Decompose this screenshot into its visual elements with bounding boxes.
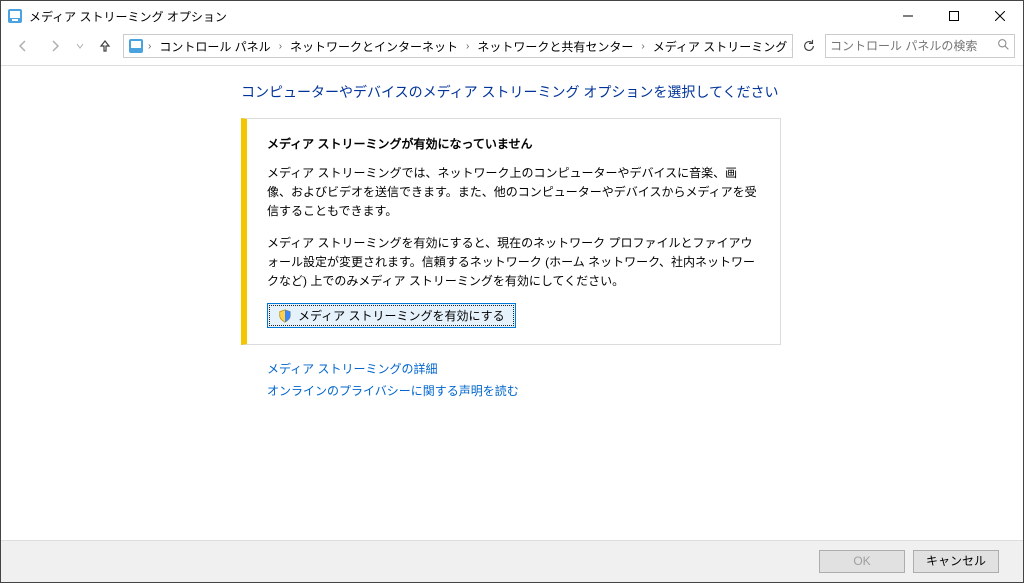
enable-streaming-button-label: メディア ストリーミングを有効にする	[298, 307, 505, 324]
nav-forward-button[interactable]	[41, 34, 69, 58]
enable-streaming-button[interactable]: メディア ストリーミングを有効にする	[267, 303, 516, 328]
refresh-button[interactable]	[797, 34, 821, 58]
control-panel-icon	[128, 38, 144, 54]
shield-icon	[278, 309, 292, 323]
close-button[interactable]	[977, 1, 1023, 31]
info-box: メディア ストリーミングが有効になっていません メディア ストリーミングでは、ネ…	[241, 118, 781, 345]
info-box-paragraph-2: メディア ストリーミングを有効にすると、現在のネットワーク プロファイルとファイ…	[267, 234, 760, 292]
nav-up-button[interactable]	[91, 34, 119, 58]
cancel-button[interactable]: キャンセル	[913, 550, 999, 573]
page-heading: コンピューターやデバイスのメディア ストリーミング オプションを選択してください	[241, 82, 781, 102]
maximize-button[interactable]	[931, 1, 977, 31]
bottom-bar: OK キャンセル	[1, 540, 1023, 582]
breadcrumb-item-media-streaming[interactable]: メディア ストリーミング オプション	[649, 38, 793, 55]
titlebar-left: メディア ストリーミング オプション	[7, 8, 227, 25]
minimize-button[interactable]	[885, 1, 931, 31]
search-icon	[997, 38, 1010, 54]
chevron-right-icon: ›	[277, 41, 284, 52]
link-privacy-statement[interactable]: オンラインのプライバシーに関する声明を読む	[267, 381, 781, 403]
breadcrumb-item-control-panel[interactable]: コントロール パネル	[155, 38, 274, 55]
content-area: コンピューターやデバイスのメディア ストリーミング オプションを選択してください…	[1, 65, 1023, 540]
info-box-title: メディア ストリーミングが有効になっていません	[267, 135, 760, 152]
chevron-right-icon: ›	[146, 41, 153, 52]
app-icon	[7, 8, 23, 24]
links-section: メディア ストリーミングの詳細 オンラインのプライバシーに関する声明を読む	[241, 359, 781, 402]
breadcrumb-item-sharing-center[interactable]: ネットワークと共有センター	[473, 38, 637, 55]
ok-button[interactable]: OK	[819, 550, 905, 573]
titlebar: メディア ストリーミング オプション	[1, 1, 1023, 31]
nav-recent-dropdown[interactable]	[73, 34, 87, 58]
search-input[interactable]	[830, 39, 993, 53]
chevron-right-icon: ›	[464, 41, 471, 52]
link-streaming-details[interactable]: メディア ストリーミングの詳細	[267, 359, 781, 381]
chevron-right-icon: ›	[639, 41, 646, 52]
breadcrumb-item-network[interactable]: ネットワークとインターネット	[286, 38, 462, 55]
breadcrumb[interactable]: › コントロール パネル › ネットワークとインターネット › ネットワークと共…	[123, 34, 793, 58]
titlebar-controls	[885, 1, 1023, 31]
window: メディア ストリーミング オプション	[0, 0, 1024, 583]
info-box-paragraph-1: メディア ストリーミングでは、ネットワーク上のコンピューターやデバイスに音楽、画…	[267, 164, 760, 222]
content-inner: コンピューターやデバイスのメディア ストリーミング オプションを選択してください…	[241, 82, 781, 402]
search-box[interactable]	[825, 34, 1015, 58]
navbar: › コントロール パネル › ネットワークとインターネット › ネットワークと共…	[1, 31, 1023, 65]
nav-back-button[interactable]	[9, 34, 37, 58]
window-title: メディア ストリーミング オプション	[29, 8, 227, 25]
